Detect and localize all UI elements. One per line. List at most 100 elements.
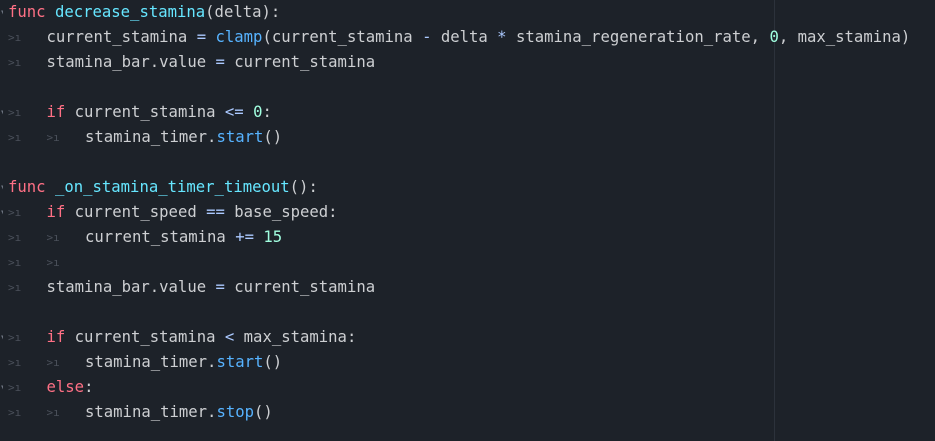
tab-indent-icon: >ı [8, 281, 22, 294]
tab-indent-icon: >ı [8, 131, 22, 144]
code-token: stamina_timer. [85, 128, 217, 146]
code-line[interactable]: >ı >ı stamina_timer.stop() [0, 400, 935, 425]
code-token: = [215, 278, 225, 296]
code-token: 0 [769, 28, 779, 46]
code-token: current_speed [65, 203, 207, 221]
code-token: 15 [263, 228, 283, 246]
code-line[interactable] [0, 75, 935, 100]
fold-arrow-icon[interactable]: ▾ [0, 375, 3, 400]
code-token: () [254, 403, 273, 421]
code-token: () [263, 353, 283, 371]
code-token: : [262, 103, 272, 121]
code-token: (): [289, 178, 318, 196]
code-text: func decrease_stamina(delta): [8, 0, 280, 25]
code-token: (current_stamina [262, 28, 423, 46]
tab-indent-icon: >ı [8, 406, 22, 419]
code-line[interactable]: >ı stamina_bar.value = current_stamina [0, 50, 935, 75]
code-line[interactable]: ▾ >ı if current_speed == base_speed: [0, 200, 935, 225]
code-line[interactable]: >ı >ı [0, 250, 935, 275]
code-token: start [216, 353, 264, 371]
code-text: stamina_bar.value = current_stamina [47, 50, 376, 75]
code-token: <= [224, 103, 244, 121]
code-text: if current_speed == base_speed: [47, 200, 338, 225]
code-token: = [196, 28, 207, 46]
code-token: stamina_timer. [85, 403, 217, 421]
code-text: if current_stamina <= 0: [47, 100, 272, 125]
code-line[interactable]: >ı >ı stamina_timer.start() [0, 350, 935, 375]
tab-indent-icon: >ı [46, 356, 60, 369]
code-token: if [46, 203, 66, 221]
code-token: if [46, 328, 66, 346]
tab-indent-icon: >ı [46, 231, 60, 244]
code-token: stamina_bar.value [46, 53, 216, 71]
code-text: stamina_timer.stop() [85, 400, 273, 425]
code-token: stop [216, 403, 254, 421]
code-token: func [8, 178, 46, 196]
code-token: else [46, 378, 85, 396]
code-token: (delta): [205, 3, 281, 21]
tab-indent-icon: >ı [46, 131, 60, 144]
code-line[interactable]: ▾ >ı if current_stamina <= 0: [0, 100, 935, 125]
code-token: delta [431, 28, 498, 46]
code-token: , max_stamina) [778, 28, 911, 46]
code-text: func _on_stamina_timer_timeout(): [8, 175, 318, 200]
tab-indent-icon: >ı [8, 231, 22, 244]
code-token: stamina_regeneration_rate, [506, 28, 770, 46]
code-token: stamina_bar.value [46, 278, 216, 296]
code-line[interactable] [0, 300, 935, 325]
tab-indent-icon: >ı [8, 356, 22, 369]
tab-indent-icon: >ı [46, 406, 60, 419]
code-token: max_stamina: [234, 328, 357, 346]
code-line[interactable]: >ı >ı stamina_timer.start() [0, 125, 935, 150]
code-line[interactable]: >ı stamina_bar.value = current_stamina [0, 275, 935, 300]
code-editor[interactable]: ▾func decrease_stamina(delta):>ıcurrent_… [0, 0, 935, 441]
code-token: if [46, 103, 66, 121]
code-token: current_stamina [46, 28, 197, 46]
tab-indent-icon: >ı [8, 256, 22, 269]
code-line[interactable]: ▾func _on_stamina_timer_timeout(): [0, 175, 935, 200]
code-line[interactable]: ▾ >ı else: [0, 375, 935, 400]
code-token: current_stamina [65, 103, 225, 121]
fold-arrow-icon[interactable]: ▾ [0, 175, 3, 200]
code-text: else: [47, 375, 94, 400]
tab-indent-icon: >ı [8, 381, 22, 394]
code-token: current_stamina [85, 228, 236, 246]
code-token: == [206, 203, 225, 221]
code-token: += [235, 228, 254, 246]
fold-arrow-icon[interactable]: ▾ [0, 0, 3, 25]
code-text: current_stamina += 15 [85, 225, 282, 250]
code-text: current_stamina = clamp(current_stamina … [47, 25, 911, 50]
code-token: decrease_stamina [54, 3, 206, 21]
code-line[interactable]: ▾ >ı if current_stamina < max_stamina: [0, 325, 935, 350]
tab-indent-icon: >ı [8, 56, 22, 69]
code-token: _on_stamina_timer_timeout [54, 178, 290, 196]
code-line[interactable]: >ı current_stamina = clamp(current_stamin… [0, 25, 935, 50]
code-line[interactable]: >ı >ı current_stamina += 15 [0, 225, 935, 250]
code-text: if current_stamina < max_stamina: [47, 325, 357, 350]
tab-indent-icon: >ı [8, 31, 22, 44]
code-token: current_stamina [65, 328, 225, 346]
code-line[interactable] [0, 150, 935, 175]
tab-indent-icon: >ı [8, 206, 22, 219]
code-token: stamina_timer. [85, 353, 217, 371]
fold-arrow-icon[interactable]: ▾ [0, 200, 3, 225]
code-token: = [215, 53, 225, 71]
code-token: start [216, 128, 264, 146]
code-token: current_stamina [224, 278, 376, 296]
tab-indent-icon: >ı [46, 256, 60, 269]
tab-indent-icon: >ı [8, 106, 22, 119]
fold-arrow-icon[interactable]: ▾ [0, 100, 3, 125]
code-line[interactable]: ▾func decrease_stamina(delta): [0, 0, 935, 25]
code-text: stamina_timer.start() [85, 125, 282, 150]
fold-arrow-icon[interactable]: ▾ [0, 325, 3, 350]
code-token: * [497, 28, 507, 46]
code-token: < [224, 328, 235, 346]
code-token: : [84, 378, 94, 396]
code-token: clamp [215, 28, 263, 46]
code-text: stamina_timer.start() [85, 350, 282, 375]
code-token: () [263, 128, 283, 146]
